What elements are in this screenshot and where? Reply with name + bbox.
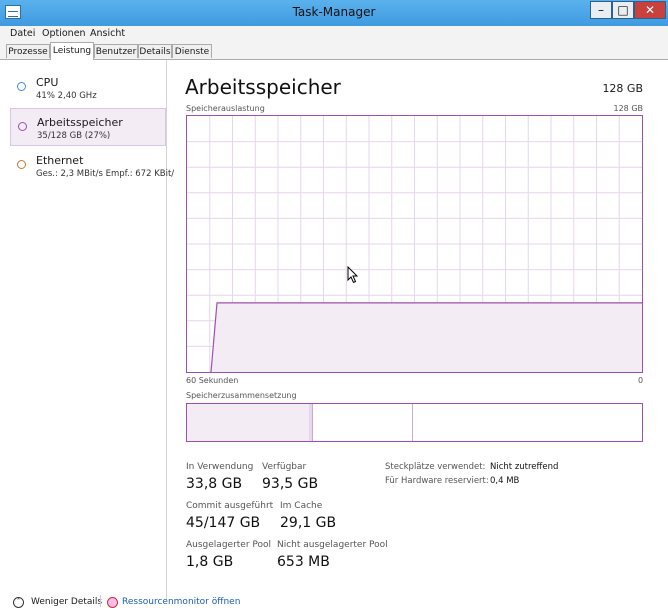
resource-monitor-link[interactable]: Ressourcenmonitor öffnen — [122, 597, 240, 607]
footer-divider — [100, 595, 101, 607]
memory-usage-svg — [187, 116, 642, 372]
memory-indicator-icon — [18, 122, 27, 131]
cached-label: Im Cache — [280, 501, 323, 511]
resource-cpu-detail: 41% 2,40 GHz — [36, 91, 97, 101]
axis-left-label: 60 Sekunden — [186, 376, 239, 385]
in-use-value: 33,8 GB — [186, 476, 243, 492]
usage-max-label: 128 GB — [613, 104, 644, 113]
menu-optionen[interactable]: Optionen — [42, 28, 86, 39]
reserved-label: Für Hardware reserviert: — [385, 476, 489, 486]
composition-standby-divider — [412, 404, 413, 441]
resource-memory-name: Arbeitsspeicher — [37, 116, 123, 129]
resource-monitor-icon — [107, 597, 118, 608]
paged-pool-value: 1,8 GB — [186, 554, 234, 570]
composition-modified — [309, 404, 313, 441]
cached-value: 29,1 GB — [280, 515, 337, 531]
tab-prozesse[interactable]: Prozesse — [6, 44, 50, 58]
memory-usage-graph — [186, 115, 643, 373]
footer: ˆ Weniger Details Ressourcenmonitor öffn… — [0, 593, 668, 608]
close-button[interactable]: ✕ — [634, 1, 666, 19]
usage-area — [211, 302, 642, 372]
page-title: Arbeitsspeicher — [185, 75, 341, 99]
tab-details[interactable]: Details — [138, 44, 172, 58]
resource-list: CPU 41% 2,40 GHz Arbeitsspeicher 35/128 … — [6, 60, 174, 600]
resource-memory[interactable]: Arbeitsspeicher 35/128 GB (27%) — [10, 108, 166, 146]
resource-ethernet[interactable]: Ethernet Ges.: 2,3 MBit/s Empf.: 672 KBi… — [10, 147, 174, 185]
tab-strip: Prozesse Leistung Benutzer Details Diens… — [0, 42, 668, 60]
nonpaged-pool-label: Nicht ausgelagerter Pool — [277, 540, 388, 550]
ethernet-indicator-icon — [17, 160, 26, 169]
tab-leistung[interactable]: Leistung — [50, 42, 94, 60]
committed-label: Commit ausgeführt — [186, 501, 274, 511]
nonpaged-pool-value: 653 MB — [277, 554, 330, 570]
resource-memory-detail: 35/128 GB (27%) — [37, 131, 111, 141]
less-details-button[interactable]: Weniger Details — [31, 597, 102, 607]
composition-label: Speicherzusammensetzung — [186, 391, 297, 400]
memory-composition-bar — [186, 403, 643, 442]
reserved-value: 0,4 MB — [490, 476, 520, 486]
maximize-button[interactable]: □ — [612, 1, 634, 19]
chevron-up-icon[interactable]: ˆ — [13, 597, 24, 608]
slots-value: Nicht zutreffend — [490, 462, 559, 472]
minimize-button[interactable]: – — [590, 1, 612, 19]
resource-ethernet-name: Ethernet — [36, 154, 84, 167]
usage-label: Speicherauslastung — [186, 104, 265, 113]
mouse-cursor-icon — [347, 266, 359, 284]
resource-cpu-name: CPU — [36, 76, 59, 89]
tab-dienste[interactable]: Dienste — [172, 44, 212, 58]
paged-pool-label: Ausgelagerter Pool — [186, 540, 272, 550]
available-label: Verfügbar — [262, 462, 307, 472]
committed-value: 45/147 GB — [186, 515, 261, 531]
available-value: 93,5 GB — [262, 476, 319, 492]
slots-label: Steckplätze verwendet: — [385, 462, 486, 472]
menu-bar: Datei Optionen Ansicht — [0, 26, 668, 43]
resource-ethernet-detail: Ges.: 2,3 MBit/s Empf.: 672 KBit/ — [36, 169, 175, 179]
memory-total: 128 GB — [602, 82, 643, 95]
menu-datei[interactable]: Datei — [10, 28, 35, 39]
title-bar: Task-Manager – □ ✕ — [0, 0, 668, 26]
composition-in-use — [187, 404, 310, 441]
axis-right-label: 0 — [638, 376, 644, 385]
window-title: Task-Manager — [292, 5, 376, 19]
tab-benutzer[interactable]: Benutzer — [94, 44, 138, 58]
resource-cpu[interactable]: CPU 41% 2,40 GHz — [10, 69, 166, 107]
in-use-label: In Verwendung — [186, 462, 254, 472]
menu-ansicht[interactable]: Ansicht — [90, 28, 125, 39]
cpu-indicator-icon — [17, 82, 26, 91]
